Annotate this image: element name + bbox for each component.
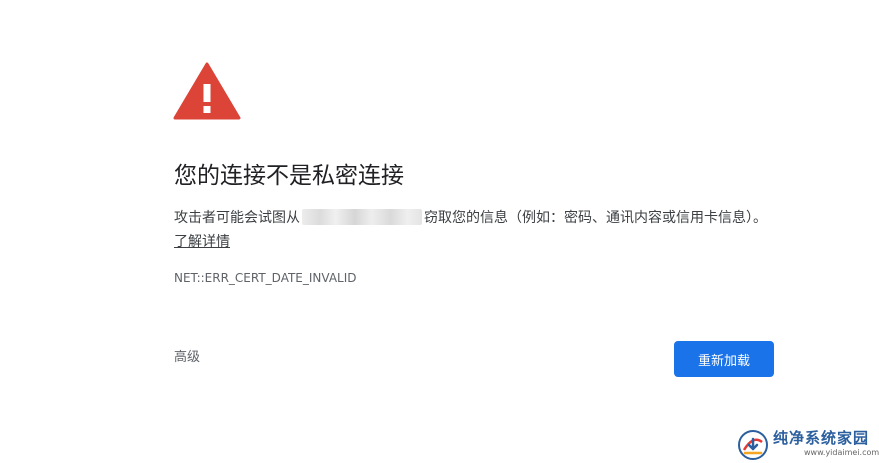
watermark-url: www.yidaimei.com <box>804 448 879 457</box>
page-heading: 您的连接不是私密连接 <box>174 163 404 189</box>
description-before: 攻击者可能会试图从 <box>174 210 300 226</box>
error-page: 您的连接不是私密连接 攻击者可能会试图从 窃取您的信息（例如：密码、通讯内容或信用… <box>0 0 879 463</box>
warning-triangle-icon <box>173 62 241 120</box>
error-description: 攻击者可能会试图从 窃取您的信息（例如：密码、通讯内容或信用卡信息）。了解详情 <box>174 206 774 254</box>
description-after: 窃取您的信息（例如：密码、通讯内容或信用卡信息）。 <box>424 210 767 226</box>
watermark-name: 纯净系统家园 <box>773 429 870 447</box>
blurred-domain <box>302 209 422 225</box>
advanced-button[interactable]: 高级 <box>174 349 200 367</box>
reload-button[interactable]: 重新加载 <box>674 341 774 377</box>
learn-more-link[interactable]: 了解详情 <box>174 234 230 250</box>
watermark: 纯净系统家园 www.yidaimei.com <box>738 428 879 460</box>
error-code: NET::ERR_CERT_DATE_INVALID <box>174 271 357 285</box>
watermark-logo-icon <box>738 430 768 460</box>
